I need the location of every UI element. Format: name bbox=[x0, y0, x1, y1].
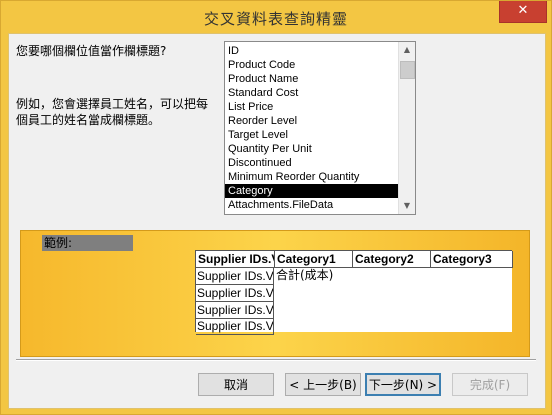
sample-preview: 範例: Supplier IDs.V Category1 Category2 C… bbox=[20, 230, 530, 357]
scroll-down-arrow-icon[interactable]: ▼ bbox=[399, 198, 415, 214]
sample-header-row-field: Supplier IDs.V bbox=[196, 251, 275, 268]
field-list-item[interactable]: List Price bbox=[225, 100, 398, 114]
next-button[interactable]: 下一步(N) > bbox=[365, 373, 441, 396]
field-list-item[interactable]: Standard Cost bbox=[225, 86, 398, 100]
example-description: 例如，您會選擇員工姓名，可以把每個員工的姓名當成欄標題。 bbox=[16, 97, 209, 127]
field-list-item[interactable]: Quantity Per Unit bbox=[225, 142, 398, 156]
sample-header-col1: Category1 bbox=[275, 251, 353, 268]
sample-row-label: Supplier IDs.Val bbox=[196, 268, 274, 285]
sample-grid: Supplier IDs.V Category1 Category2 Categ… bbox=[195, 250, 513, 335]
field-list-item[interactable]: ID bbox=[225, 44, 398, 58]
sample-header-col2: Category2 bbox=[353, 251, 431, 268]
sample-header-col3: Category3 bbox=[431, 251, 513, 268]
sample-row-label: Supplier IDs.Val bbox=[196, 318, 274, 335]
field-list-item[interactable]: Product Code bbox=[225, 58, 398, 72]
wizard-body: 您要哪個欄位值當作欄標題? 例如，您會選擇員工姓名，可以把每個員工的姓名當成欄標… bbox=[8, 33, 546, 409]
field-list-item[interactable]: Target Level bbox=[225, 128, 398, 142]
field-list-item[interactable]: Minimum Reorder Quantity bbox=[225, 170, 398, 184]
question-label: 您要哪個欄位值當作欄標題? bbox=[16, 44, 167, 58]
field-list-item[interactable]: Category bbox=[225, 184, 398, 198]
cancel-button[interactable]: 取消 bbox=[198, 373, 274, 396]
field-list-item[interactable]: Product Name bbox=[225, 72, 398, 86]
title-bar: 交叉資料表查詢精靈 ✕ bbox=[1, 1, 551, 33]
window-title: 交叉資料表查詢精靈 bbox=[203, 10, 348, 28]
scroll-up-arrow-icon[interactable]: ▲ bbox=[399, 42, 415, 58]
sample-row-label: Supplier IDs.Val bbox=[196, 302, 274, 319]
field-list-item[interactable]: Discontinued bbox=[225, 156, 398, 170]
finish-button[interactable]: 完成(F) bbox=[452, 373, 528, 396]
close-button[interactable]: ✕ bbox=[499, 1, 547, 23]
wizard-window: 交叉資料表查詢精靈 ✕ 您要哪個欄位值當作欄標題? 例如，您會選擇員工姓名，可以… bbox=[0, 0, 552, 415]
field-list: ID Product Code Product Name Standard Cost L… bbox=[225, 44, 398, 212]
scroll-thumb[interactable] bbox=[400, 61, 415, 79]
sample-row-label: Supplier IDs.Val bbox=[196, 285, 274, 302]
field-listbox[interactable]: ID Product Code Product Name Standard Cost L… bbox=[224, 41, 416, 215]
listbox-scrollbar[interactable]: ▲ ▼ bbox=[398, 42, 415, 214]
sample-label: 範例: bbox=[42, 235, 133, 251]
sample-summary-value: 合計(成本) bbox=[276, 268, 334, 282]
field-list-item[interactable]: Reorder Level bbox=[225, 114, 398, 128]
footer-divider bbox=[16, 359, 536, 361]
back-button[interactable]: < 上一步(B) bbox=[285, 373, 361, 396]
field-list-item[interactable]: Attachments.FileData bbox=[225, 198, 398, 212]
